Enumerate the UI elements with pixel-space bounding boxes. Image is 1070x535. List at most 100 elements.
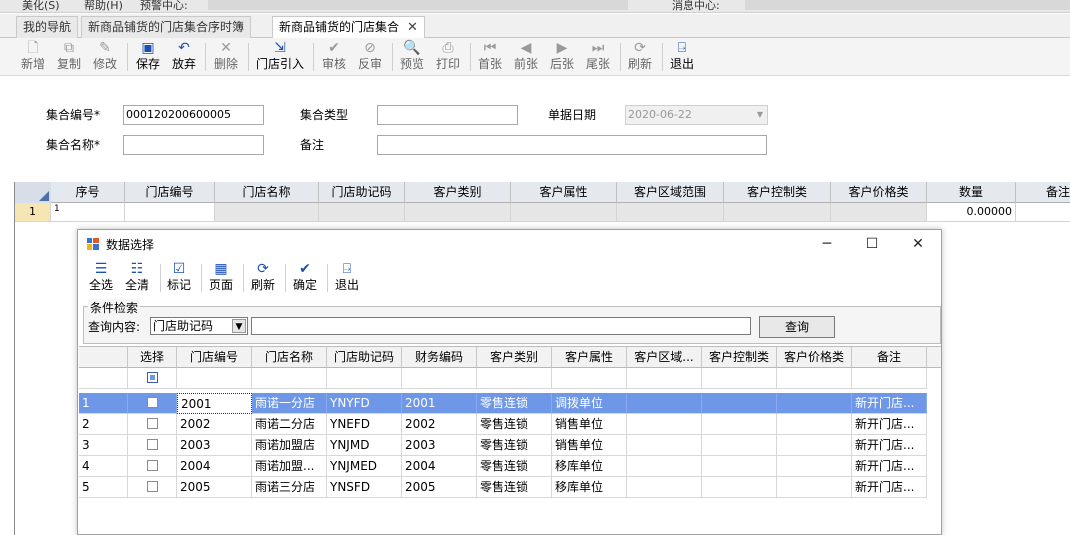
filter-cell[interactable] [477, 368, 552, 389]
col-customer-attr[interactable]: 客户属性 [511, 182, 617, 203]
table-row[interactable]: 3 2003 雨诺加盟店 YNJMD 2003 零售连锁 销售单位 新开门店..… [79, 435, 927, 456]
edit-button[interactable]: ✎ 修改 [88, 40, 122, 71]
cell-customer-category[interactable]: 零售连锁 [477, 435, 552, 456]
query-input[interactable] [251, 317, 751, 335]
col-customer-price[interactable]: 客户价格类 [831, 182, 927, 203]
col-select[interactable]: 选择 [128, 347, 177, 368]
cell-customer-category[interactable]: 零售连锁 [477, 456, 552, 477]
page-button[interactable]: ▦ 页面 [206, 261, 236, 292]
unaudit-button[interactable]: ⊘ 反审 [353, 40, 387, 71]
dialog-exit-button[interactable]: ⍈ 退出 [332, 261, 362, 292]
cell-customer-region[interactable] [627, 393, 702, 414]
col-remark[interactable]: 备注 [852, 347, 927, 368]
cell-store-name[interactable]: 雨诺二分店 [252, 414, 327, 435]
tab-store-set[interactable]: 新商品铺货的门店集合 ✕ [272, 16, 425, 39]
row-checkbox[interactable] [146, 460, 158, 471]
filter-cell[interactable] [852, 368, 927, 389]
col-customer-region[interactable]: 客户区域... [627, 347, 702, 368]
select-cell[interactable] [128, 393, 177, 414]
query-button[interactable]: 查询 [759, 316, 835, 338]
filter-cell[interactable] [402, 368, 477, 389]
cell-store-name[interactable]: 雨诺加盟店 [252, 435, 327, 456]
minimize-button[interactable]: ─ [812, 234, 842, 254]
cell-customer-control[interactable] [702, 393, 777, 414]
cell-seq[interactable]: 1 [51, 203, 125, 222]
cell-customer-attr[interactable]: 移库单位 [552, 456, 627, 477]
cell-store-code[interactable] [125, 203, 215, 222]
col-seq[interactable]: 序号 [51, 182, 125, 203]
col-customer-category[interactable]: 客户类别 [405, 182, 511, 203]
first-button[interactable]: ⏮ 首张 [473, 40, 507, 71]
cell-remark[interactable] [1016, 203, 1070, 222]
cell-finance-code[interactable]: 2004 [402, 456, 477, 477]
col-store-code[interactable]: 门店编号 [177, 347, 252, 368]
cell-finance-code[interactable]: 2003 [402, 435, 477, 456]
dialog-refresh-button[interactable]: ⟳ 刷新 [248, 261, 278, 292]
col-customer-region[interactable]: 客户区域范围 [617, 182, 724, 203]
cell-customer-category[interactable]: 零售连锁 [477, 477, 552, 498]
cell-customer-region[interactable] [627, 456, 702, 477]
select-cell[interactable] [128, 414, 177, 435]
cell-customer-price[interactable] [777, 477, 852, 498]
last-button[interactable]: ⏭ 尾张 [581, 40, 615, 71]
cell-store-code[interactable]: 2005 [177, 477, 252, 498]
cell-finance-code[interactable]: 2005 [402, 477, 477, 498]
print-button[interactable]: ⎙ 打印 [431, 40, 465, 71]
cell-customer-price[interactable] [777, 435, 852, 456]
col-customer-control[interactable]: 客户控制类 [724, 182, 831, 203]
preview-button[interactable]: 🔍 预览 [395, 40, 429, 71]
cell-store-mnemonic[interactable]: YNEFD [327, 414, 402, 435]
copy-button[interactable]: ⧉ 复制 [52, 40, 86, 71]
remark-field[interactable] [377, 135, 767, 155]
menu-help[interactable]: 帮助(H) [84, 0, 123, 13]
cell-remark[interactable]: 新开门店... [852, 435, 927, 456]
cell-store-code[interactable]: 2002 [177, 414, 252, 435]
cell-customer-price[interactable] [777, 393, 852, 414]
set-name-field[interactable] [123, 135, 264, 155]
audit-button[interactable]: ✔ 审核 [317, 40, 351, 71]
cell-customer-attr[interactable]: 移库单位 [552, 477, 627, 498]
cell-store-name[interactable]: 雨诺加盟... [252, 456, 327, 477]
cell-customer-region[interactable] [627, 435, 702, 456]
select-all-button[interactable]: ☰ 全选 [86, 261, 116, 292]
table-row[interactable]: 1 1 0.00000 [15, 203, 1070, 222]
cell-remark[interactable]: 新开门店... [852, 456, 927, 477]
discard-button[interactable]: ↶ 放弃 [167, 40, 201, 71]
cell-customer-price[interactable] [777, 414, 852, 435]
save-button[interactable]: ▣ 保存 [131, 40, 165, 71]
mark-button[interactable]: ☑ 标记 [164, 261, 194, 292]
table-row[interactable]: 5 2005 雨诺三分店 YNSFD 2005 零售连锁 移库单位 新开门店..… [79, 477, 927, 498]
col-store-name[interactable]: 门店名称 [215, 182, 319, 203]
import-stores-button[interactable]: ⇲ 门店引入 [253, 40, 307, 71]
col-customer-control[interactable]: 客户控制类 [702, 347, 777, 368]
cell-finance-code[interactable]: 2002 [402, 414, 477, 435]
cell-store-code[interactable]: 2003 [177, 435, 252, 456]
dropdown-arrow-icon[interactable]: ▼ [232, 319, 246, 333]
maximize-button[interactable]: ☐ [857, 234, 887, 254]
col-quantity[interactable]: 数量 [927, 182, 1016, 203]
close-button[interactable]: ✕ [903, 234, 933, 254]
confirm-button[interactable]: ✔ 确定 [290, 261, 320, 292]
filter-cell[interactable] [327, 368, 402, 389]
clear-all-button[interactable]: ☷ 全清 [122, 261, 152, 292]
new-button[interactable]: 🗋 新增 [16, 40, 50, 71]
doc-date-field[interactable]: 2020-06-22 ▼ [625, 105, 768, 125]
cell-store-mnemonic[interactable]: YNJMD [327, 435, 402, 456]
cell-store-name[interactable]: 雨诺一分店 [252, 393, 327, 414]
cell-customer-attr[interactable]: 销售单位 [552, 414, 627, 435]
filter-cell[interactable] [777, 368, 852, 389]
cell-store-name[interactable]: 雨诺三分店 [252, 477, 327, 498]
cell-store-code[interactable]: 2004 [177, 456, 252, 477]
cell-customer-region[interactable] [627, 414, 702, 435]
tab-store-set-list[interactable]: 新商品铺货的门店集合序时簿 [81, 16, 252, 38]
col-customer-category[interactable]: 客户类别 [477, 347, 552, 368]
filter-cell[interactable] [252, 368, 327, 389]
filter-cell[interactable] [552, 368, 627, 389]
cell-customer-category[interactable]: 零售连锁 [477, 393, 552, 414]
cell-customer-control[interactable] [702, 435, 777, 456]
cell-customer-category[interactable]: 零售连锁 [477, 414, 552, 435]
col-store-code[interactable]: 门店编号 [125, 182, 215, 203]
tab-my-navigation[interactable]: 我的导航 [16, 16, 79, 38]
refresh-button[interactable]: ⟳ 刷新 [623, 40, 657, 71]
cell-remark[interactable]: 新开门店... [852, 477, 927, 498]
